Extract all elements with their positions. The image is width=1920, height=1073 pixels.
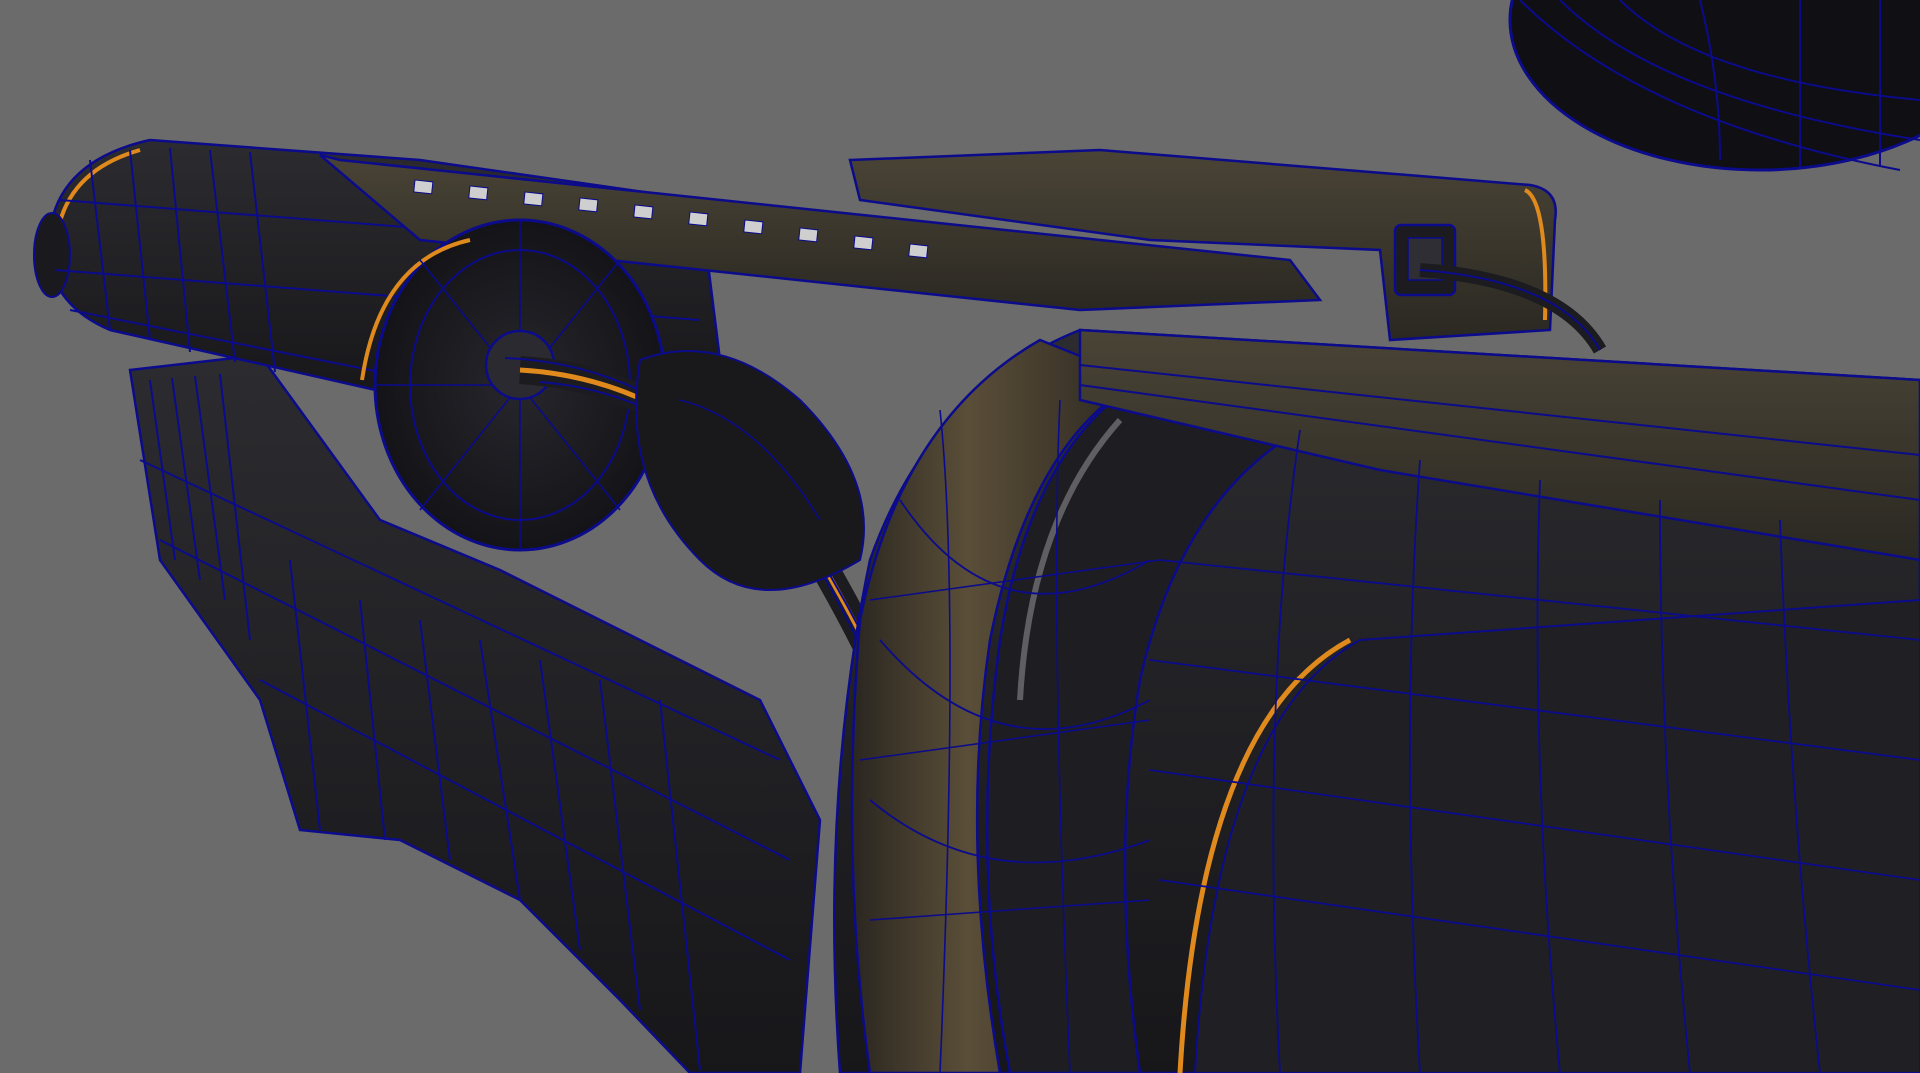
3d-viewport[interactable] — [0, 0, 1920, 1073]
viewport-scene[interactable] — [0, 0, 1920, 1073]
